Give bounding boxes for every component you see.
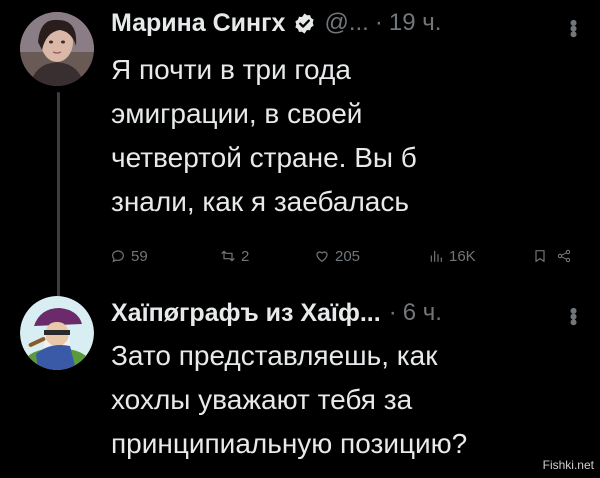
thread-line bbox=[57, 92, 60, 298]
avatar[interactable] bbox=[20, 296, 94, 370]
heart-icon bbox=[316, 251, 328, 263]
tweet-1-header: Марина Сингх @... · 19 ч. bbox=[111, 6, 441, 40]
separator-dot: · bbox=[388, 299, 397, 326]
watermark: Fishki.net bbox=[542, 458, 594, 472]
timestamp[interactable]: 6 ч. bbox=[403, 299, 442, 327]
like-button[interactable]: 205 bbox=[314, 248, 360, 265]
views-button[interactable]: 16K bbox=[428, 248, 476, 265]
avatar-image bbox=[20, 12, 94, 86]
views-icon bbox=[430, 250, 442, 262]
tweet-1-actions: 59 2 205 16K bbox=[110, 244, 580, 268]
author-name[interactable]: Хаїпøграфъ из Хаїф... bbox=[111, 299, 381, 328]
separator-dot: · bbox=[374, 9, 383, 36]
bookmark-button[interactable] bbox=[532, 248, 553, 264]
views-count: 16K bbox=[449, 247, 476, 265]
timestamp[interactable]: 19 ч. bbox=[389, 9, 442, 37]
reply-icon bbox=[112, 250, 124, 263]
share-icon bbox=[557, 249, 571, 263]
tweet-1-text: Я почти в три года эмиграции, в своей че… bbox=[111, 54, 417, 217]
author-handle[interactable]: @... bbox=[324, 9, 368, 37]
like-count: 205 bbox=[335, 247, 361, 265]
reply-count: 59 bbox=[131, 247, 148, 265]
more-options-icon[interactable]: ••• bbox=[560, 19, 586, 36]
author-name[interactable]: Марина Сингх bbox=[111, 9, 285, 38]
retweet-button[interactable]: 2 bbox=[220, 248, 249, 265]
share-button[interactable] bbox=[556, 248, 577, 264]
tweet-2-header: Хаїпøграфъ из Хаїф... · 6 ч. bbox=[111, 296, 442, 330]
avatar[interactable] bbox=[20, 12, 94, 86]
avatar-image bbox=[20, 296, 94, 370]
retweet-icon bbox=[221, 250, 235, 262]
reply-button[interactable]: 59 bbox=[110, 248, 148, 265]
more-options-icon[interactable]: ••• bbox=[560, 307, 586, 324]
retweet-count: 2 bbox=[241, 247, 250, 265]
verified-badge-icon bbox=[293, 12, 316, 35]
tweet-2-text: Зато представляешь, как хохлы уважают те… bbox=[111, 340, 468, 459]
bookmark-icon bbox=[535, 250, 545, 262]
